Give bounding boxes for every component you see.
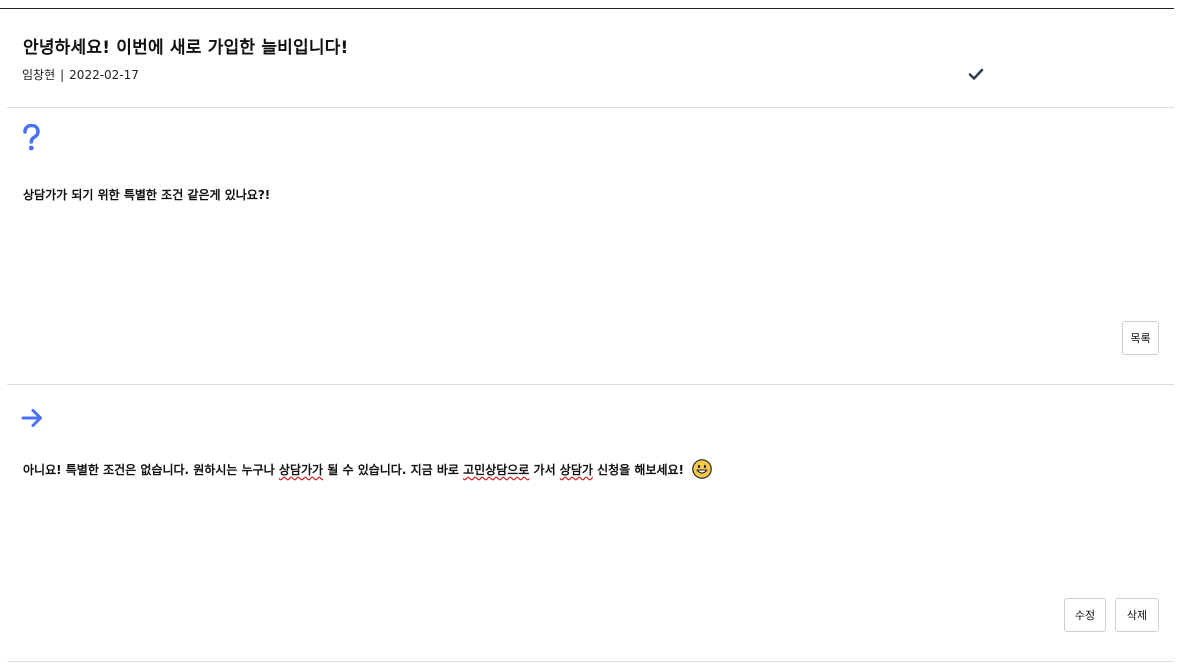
- post-date: 2022-02-17: [69, 68, 139, 82]
- delete-button[interactable]: 삭제: [1115, 598, 1159, 632]
- question-section: 상담가가 되기 위한 특별한 조건 같은게 있나요?! 목록: [7, 108, 1174, 385]
- answer-text-part: 상담가가: [278, 463, 324, 477]
- answer-text-part: 신청을 해보세요!: [592, 463, 685, 477]
- post-header: 안녕하세요! 이번에 새로 가입한 늘비입니다! 임창현 | 2022-02-17: [7, 9, 1174, 108]
- qna-detail-page: 안녕하세요! 이번에 새로 가입한 늘비입니다! 임창현 | 2022-02-17 …: [0, 0, 1193, 671]
- check-icon[interactable]: [968, 66, 984, 82]
- answer-text-part: 가서: [529, 463, 560, 477]
- author-name: 임창현: [22, 68, 56, 82]
- question-mark-icon: [23, 124, 40, 151]
- answer-section: 아니요! 특별한 조건은 없습니다. 원하시는 누구나 상담가가 될 수 있습니…: [7, 385, 1174, 662]
- grinning-face-emoji: [692, 458, 713, 479]
- answer-text: 아니요! 특별한 조건은 없습니다. 원하시는 누구나 상담가가 될 수 있습니…: [23, 458, 713, 479]
- answer-text-part: 될 수 있습니다. 지금 바로: [323, 463, 464, 477]
- answer-text-part: 아니요! 특별한 조건은 없습니다. 원하시는 누구나: [23, 463, 279, 477]
- list-button[interactable]: 목록: [1122, 321, 1159, 355]
- post-meta: 임창현 | 2022-02-17: [22, 66, 139, 83]
- meta-separator: |: [60, 68, 65, 82]
- arrow-right-icon: [21, 409, 42, 427]
- question-text: 상담가가 되기 위한 특별한 조건 같은게 있나요?!: [23, 188, 271, 202]
- post-title: 안녕하세요! 이번에 새로 가입한 늘비입니다!: [23, 38, 349, 58]
- edit-button[interactable]: 수정: [1064, 598, 1106, 632]
- answer-text-part: 고민상담으로: [463, 463, 530, 477]
- answer-text-part: 상담가: [559, 463, 593, 477]
